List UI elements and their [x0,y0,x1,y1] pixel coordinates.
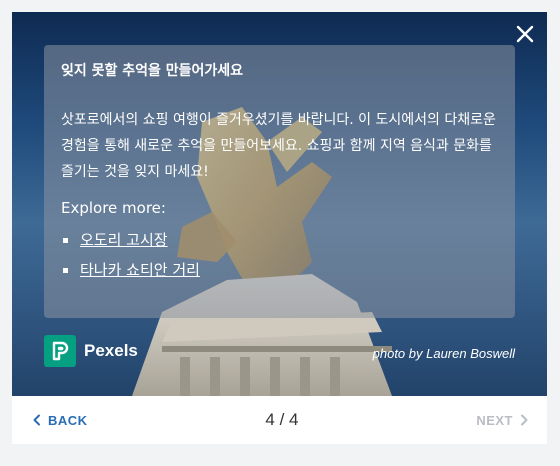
explore-link-odori[interactable]: 오도리 고시장 [80,225,168,255]
list-item: 타나카 쇼티안 거리 [63,255,498,285]
story-card: 잊지 못할 추억을 만들어가세요 삿포로에서의 쇼핑 여행이 즐거우셨기를 바랍… [12,12,547,444]
close-icon [516,25,534,43]
bullet-icon [63,267,68,273]
info-panel: 잊지 못할 추억을 만들어가세요 삿포로에서의 쇼핑 여행이 즐거우셨기를 바랍… [44,45,515,318]
pexels-name: Pexels [84,341,138,360]
explore-links: 오도리 고시장 타나카 쇼티안 거리 [61,225,498,285]
close-button[interactable] [511,20,539,48]
photo-credit: photo by Lauren Boswell [372,346,515,361]
panel-title: 잊지 못할 추억을 만들어가세요 [61,63,244,79]
page-indicator: 4 / 4 [265,410,299,429]
list-item: 오도리 고시장 [63,225,498,255]
pager-nav: BACK 4 / 4 NEXT [12,396,547,444]
back-label: BACK [48,412,88,428]
explore-link-tanuki[interactable]: 타나카 쇼티안 거리 [80,255,200,285]
background-photo: 잊지 못할 추억을 만들어가세요 삿포로에서의 쇼핑 여행이 즐거우셨기를 바랍… [12,12,547,396]
back-button[interactable]: BACK [32,413,88,428]
panel-body: 삿포로에서의 쇼핑 여행이 즐거우셨기를 바랍니다. 이 도시에서의 다채로운 … [61,112,496,180]
pexels-logo-icon [44,335,76,367]
next-button[interactable]: NEXT [476,413,529,428]
pexels-branding[interactable]: Pexels [44,335,138,367]
bullet-icon [63,237,68,243]
chevron-right-icon [520,414,528,426]
next-label: NEXT [476,412,513,428]
chevron-left-icon [33,414,40,426]
explore-label: Explore more: [61,199,166,217]
